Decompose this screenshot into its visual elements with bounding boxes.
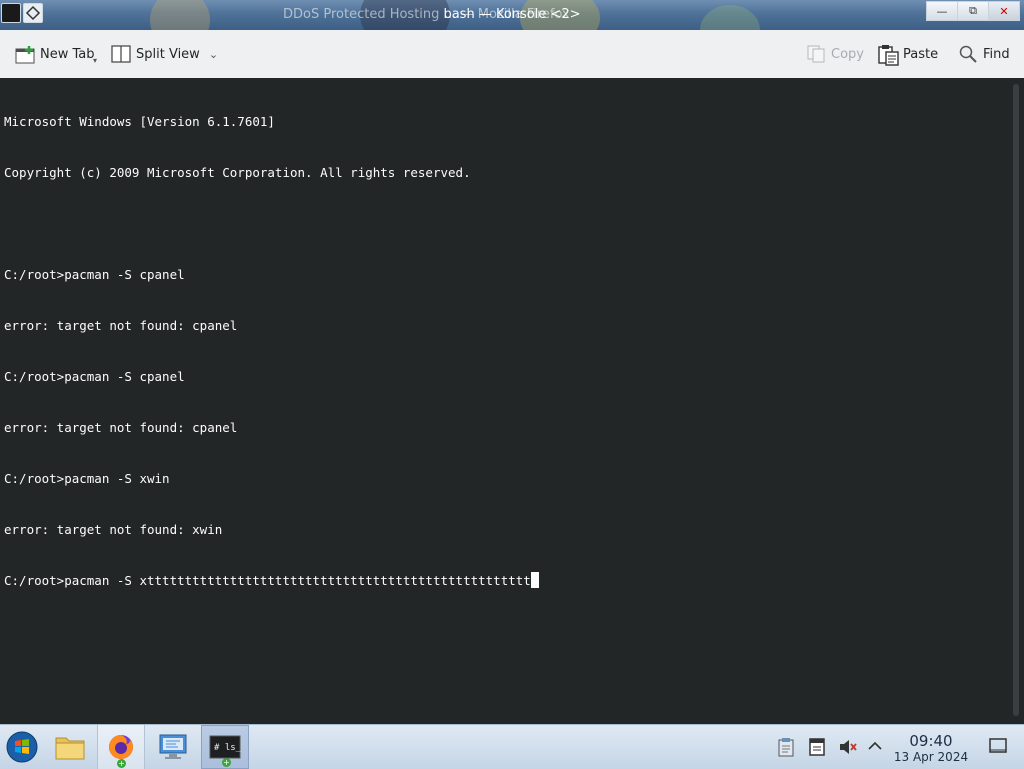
computer-settings-icon bbox=[159, 734, 187, 759]
clipboard-icon bbox=[778, 738, 794, 757]
new-tab-dropdown-icon[interactable]: ▾ bbox=[93, 56, 97, 65]
terminal-prompt-line[interactable]: C:/root>pacman -S xttttttttttttttttttttt… bbox=[4, 572, 539, 589]
split-view-icon bbox=[111, 44, 131, 64]
terminal-line: C:/root>pacman -S cpanel bbox=[4, 369, 185, 384]
clock[interactable]: 09:40 13 Apr 2024 bbox=[888, 732, 974, 764]
text-cursor bbox=[530, 572, 539, 588]
terminal-line: Copyright (c) 2009 Microsoft Corporation… bbox=[4, 165, 471, 180]
taskbar-firefox[interactable]: + bbox=[97, 725, 145, 769]
terminal-line: C:/root>pacman -S cpanel bbox=[4, 267, 185, 282]
taskbar-system-settings[interactable] bbox=[150, 725, 198, 769]
firefox-icon bbox=[109, 735, 133, 759]
chevron-down-icon[interactable]: ⌄ bbox=[209, 48, 218, 61]
svg-text:# ls_: # ls_ bbox=[214, 743, 241, 753]
chevron-up-icon bbox=[868, 741, 882, 750]
add-icon: + bbox=[222, 758, 231, 767]
terminal-current-input: C:/root>pacman -S xttttttttttttttttttttt… bbox=[4, 573, 531, 588]
terminal-icon: # ls_ bbox=[209, 735, 241, 759]
volume-control[interactable] bbox=[838, 737, 857, 755]
clock-time: 09:40 bbox=[909, 732, 953, 750]
volume-muted-icon bbox=[840, 740, 857, 754]
terminal-line: Microsoft Windows [Version 6.1.7601] bbox=[4, 114, 275, 129]
terminal-area[interactable]: Microsoft Windows [Version 6.1.7601] Cop… bbox=[0, 78, 1010, 724]
window-titlebar[interactable]: DDoS Protected Hosting … — Mozilla Firef… bbox=[0, 0, 1024, 30]
new-tab-button[interactable]: New Tab bbox=[15, 30, 95, 78]
document-icon bbox=[809, 738, 825, 756]
find-button[interactable]: Find bbox=[958, 30, 1010, 78]
split-view-label: Split View bbox=[136, 46, 200, 62]
restore-icon: ⧉ bbox=[969, 4, 977, 17]
minimize-icon: — bbox=[936, 4, 948, 18]
notes-applet[interactable] bbox=[808, 737, 826, 756]
folder-icon bbox=[55, 737, 85, 760]
close-button[interactable]: ✕ bbox=[988, 1, 1020, 21]
new-tab-label: New Tab bbox=[40, 46, 95, 62]
copy-button[interactable]: Copy bbox=[806, 30, 864, 78]
show-desktop-icon bbox=[989, 738, 1007, 753]
taskbar: + # ls_ + 09:40 13 Apr 2024 bbox=[0, 724, 1024, 769]
terminal-line: C:/root>pacman -S xwin bbox=[4, 471, 170, 486]
taskbar-file-manager[interactable] bbox=[46, 725, 94, 769]
terminal-line: error: target not found: cpanel bbox=[4, 420, 238, 435]
terminal-line: error: target not found: xwin bbox=[4, 522, 223, 537]
terminal-scrollbar[interactable] bbox=[1010, 78, 1024, 724]
add-icon: + bbox=[117, 759, 126, 768]
taskbar-terminal[interactable]: # ls_ + bbox=[201, 725, 249, 769]
show-hidden-icons-button[interactable] bbox=[866, 737, 884, 755]
konsole-toolbar: New Tab ▾ Split View ⌄ Copy Paste Find bbox=[0, 30, 1024, 79]
paste-button[interactable]: Paste bbox=[878, 30, 938, 78]
paste-icon bbox=[878, 44, 899, 66]
find-label: Find bbox=[983, 46, 1010, 62]
terminal-line: error: target not found: cpanel bbox=[4, 318, 238, 333]
maximize-button[interactable]: ⧉ bbox=[957, 1, 989, 21]
close-icon: ✕ bbox=[999, 4, 1009, 18]
search-icon bbox=[958, 44, 978, 64]
clipboard-applet[interactable] bbox=[777, 737, 795, 757]
terminal-output: Microsoft Windows [Version 6.1.7601] Cop… bbox=[4, 79, 539, 623]
scrollbar-thumb[interactable] bbox=[1013, 84, 1019, 716]
clock-date: 13 Apr 2024 bbox=[893, 750, 969, 764]
split-view-button[interactable]: Split View ⌄ bbox=[111, 30, 218, 78]
copy-label: Copy bbox=[831, 46, 864, 62]
copy-icon bbox=[806, 44, 826, 64]
minimize-button[interactable]: — bbox=[926, 1, 958, 21]
new-tab-icon bbox=[15, 44, 35, 64]
window-title: bash — Konsole <2> bbox=[443, 7, 581, 22]
paste-label: Paste bbox=[903, 46, 939, 62]
start-orb-icon bbox=[6, 731, 38, 763]
start-button[interactable] bbox=[0, 725, 44, 769]
show-desktop-button[interactable] bbox=[989, 737, 1007, 755]
